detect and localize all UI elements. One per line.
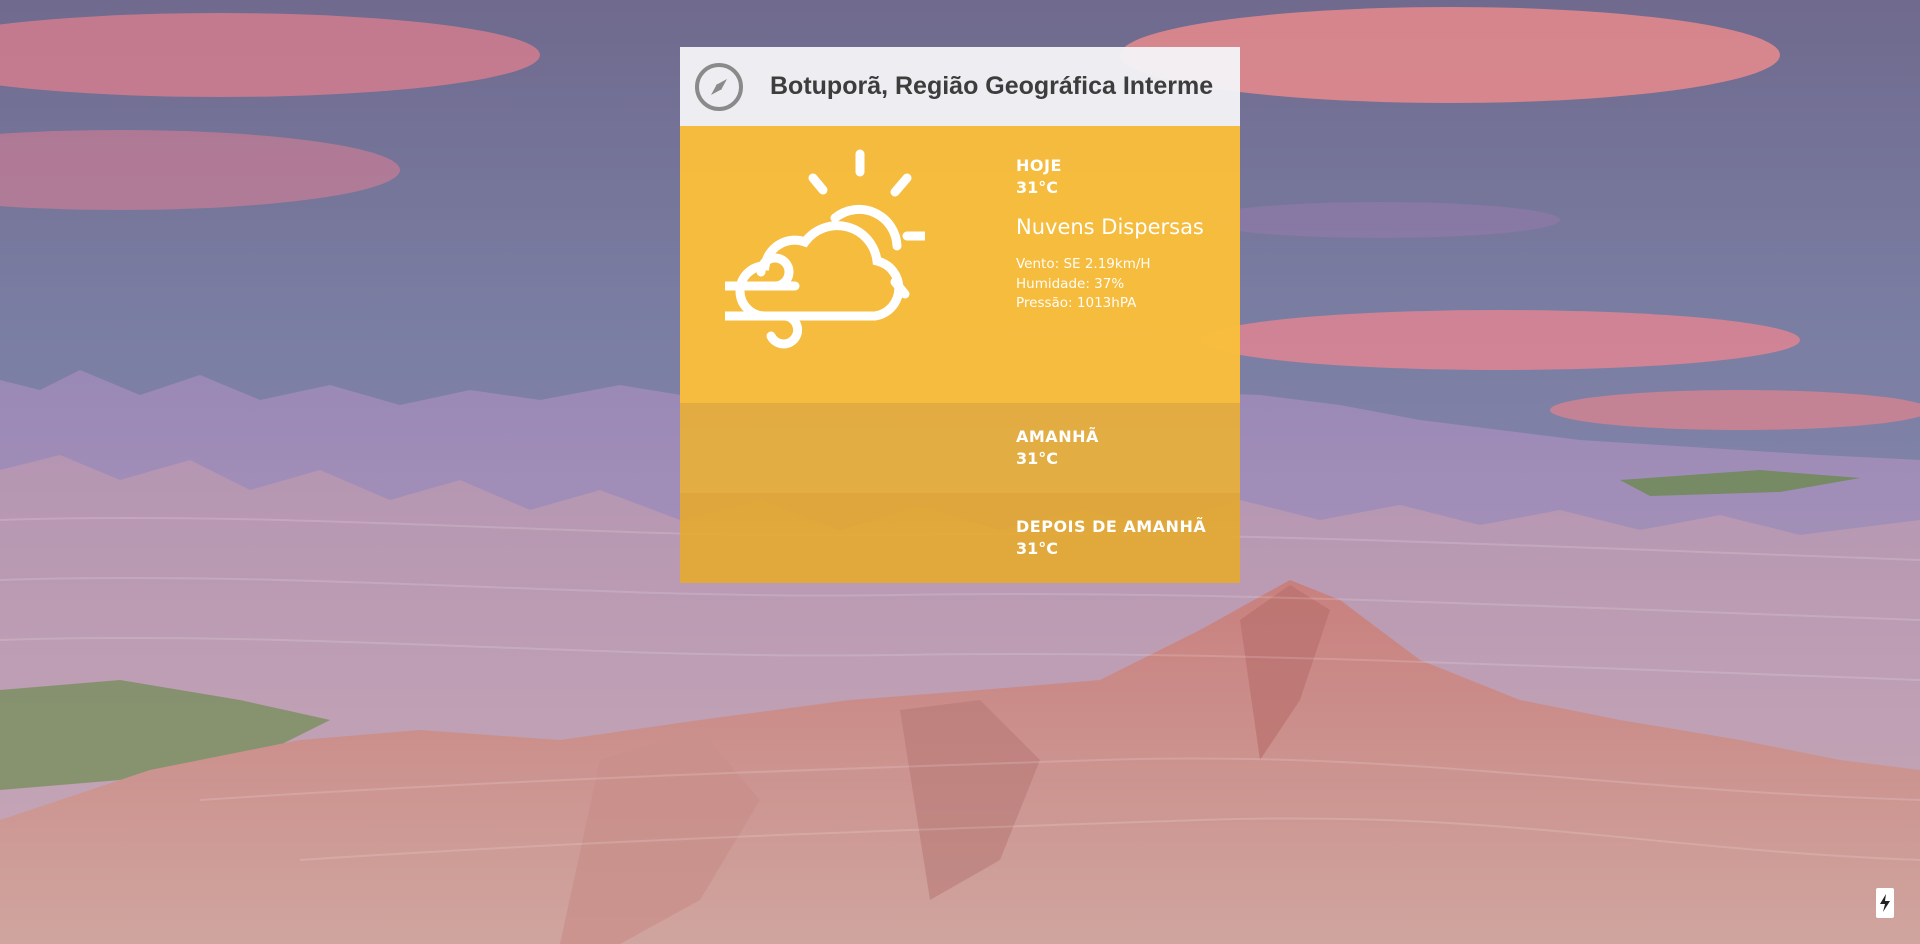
- lightning-icon[interactable]: [1876, 888, 1894, 918]
- tomorrow-temperature: 31°C: [1016, 449, 1059, 468]
- after-tomorrow-temperature: 31°C: [1016, 539, 1059, 558]
- location-name: Botuporã, Região Geográfica Interme: [770, 72, 1214, 100]
- humidity-value: Humidade: 37%: [1016, 275, 1125, 292]
- tomorrow-label: AMANHÃ: [1016, 427, 1099, 446]
- weather-details: Vento: SE 2.19km/H Humidade: 37% Pressão…: [1016, 255, 1204, 314]
- today-panel: HOJE 31°C Nuvens Dispersas Vento: SE 2.1…: [680, 126, 1240, 403]
- pressure-value: Pressão: 1013hPA: [1016, 295, 1137, 311]
- tomorrow-panel: AMANHÃ 31°C: [680, 403, 1240, 493]
- today-info: HOJE 31°C Nuvens Dispersas Vento: SE 2.1…: [1016, 155, 1204, 314]
- after-tomorrow-label: DEPOIS DE AMANHÃ: [1016, 517, 1207, 536]
- wind-value: Vento: SE 2.19km/H: [1016, 256, 1151, 272]
- partly-cloudy-windy-icon: [725, 149, 925, 349]
- location-header: Botuporã, Região Geográfica Interme: [680, 47, 1240, 126]
- weather-description: Nuvens Dispersas: [1016, 215, 1204, 239]
- weather-widget: Botuporã, Região Geográfica Interme HOJE…: [680, 47, 1240, 583]
- today-label: HOJE: [1016, 156, 1062, 175]
- compass-icon[interactable]: [694, 62, 744, 112]
- tomorrow-info: AMANHÃ 31°C: [1016, 426, 1099, 470]
- after-tomorrow-panel: DEPOIS DE AMANHÃ 31°C: [680, 493, 1240, 583]
- after-tomorrow-info: DEPOIS DE AMANHÃ 31°C: [1016, 516, 1206, 560]
- today-temperature: 31°C: [1016, 178, 1059, 197]
